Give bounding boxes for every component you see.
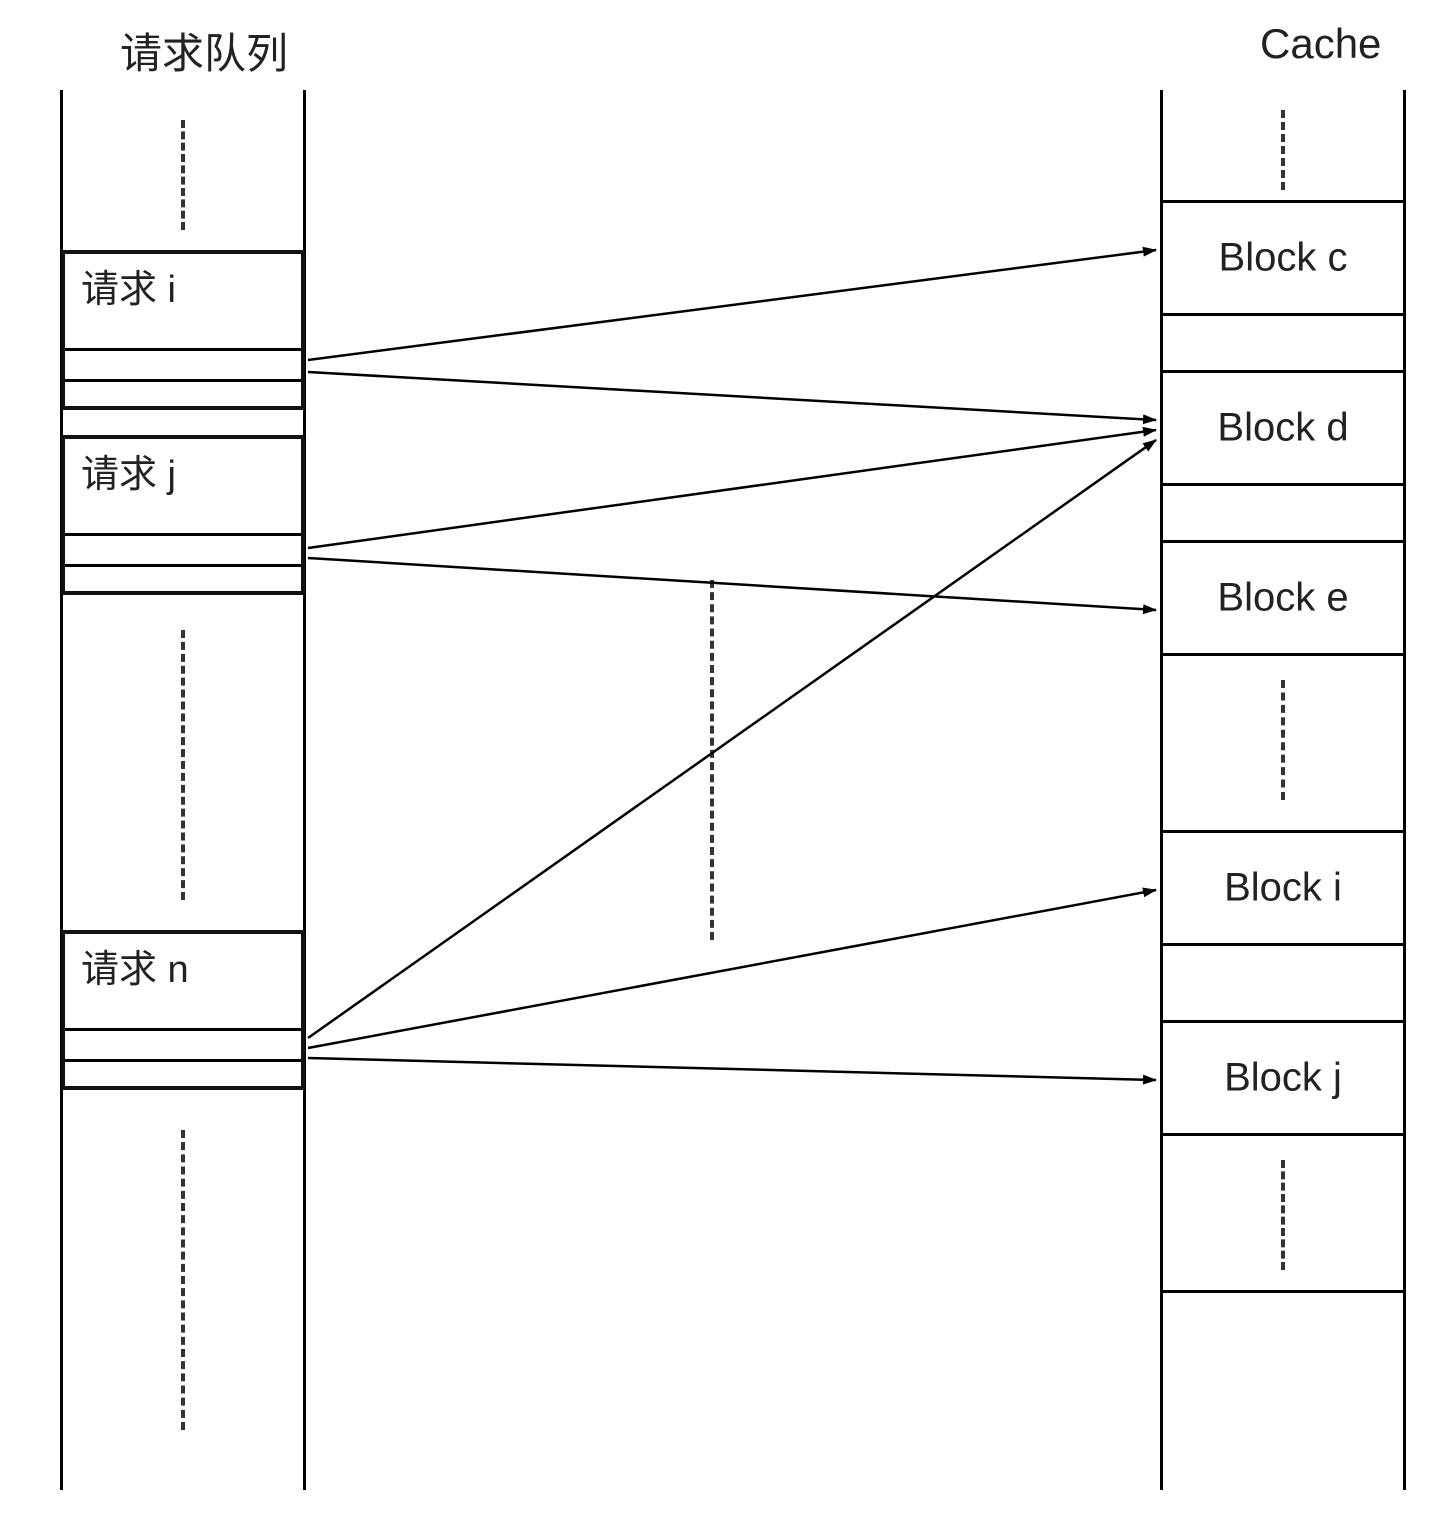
cache-block-label: Block c bbox=[1219, 236, 1348, 281]
cache-dash-mid bbox=[1281, 680, 1285, 800]
cache-block: Block i bbox=[1163, 830, 1403, 946]
arrow-i-to-c bbox=[308, 250, 1156, 360]
cache-dash-bottom bbox=[1281, 1160, 1285, 1270]
request-item: 请求 j bbox=[61, 435, 305, 595]
cache-block: Block d bbox=[1163, 370, 1403, 486]
arrow-j-to-d bbox=[308, 430, 1156, 548]
cache-title: Cache bbox=[1260, 20, 1381, 68]
cache-block-label: Block e bbox=[1217, 576, 1348, 621]
arrow-i-to-d bbox=[308, 372, 1156, 420]
arrow-n-to-j bbox=[308, 1058, 1156, 1080]
request-label: 请求 i bbox=[81, 258, 176, 313]
cache-block-label: Block d bbox=[1217, 406, 1348, 451]
queue-dash-top bbox=[181, 120, 185, 230]
cache-bottom-line bbox=[1163, 1290, 1403, 1293]
request-label: 请求 n bbox=[81, 938, 189, 993]
cache-block: Block j bbox=[1163, 1020, 1403, 1136]
request-label: 请求 j bbox=[81, 443, 176, 498]
arrow-n-to-d bbox=[308, 440, 1156, 1038]
request-item: 请求 i bbox=[61, 250, 305, 410]
cache-block: Block e bbox=[1163, 540, 1403, 656]
arrow-j-to-e bbox=[308, 558, 1156, 610]
cache-block: Block c bbox=[1163, 200, 1403, 316]
cache-dash-top bbox=[1281, 110, 1285, 190]
cache-column: Block c Block d Block e Block i Block j bbox=[1160, 90, 1406, 1490]
request-item: 请求 n bbox=[61, 930, 305, 1090]
queue-dash-bottom bbox=[181, 1130, 185, 1430]
cache-block-label: Block i bbox=[1224, 866, 1342, 911]
mid-dash bbox=[710, 580, 714, 940]
cache-block-label: Block j bbox=[1224, 1056, 1342, 1101]
diagram-canvas: 请求队列 Cache 请求 i 请求 j 请求 n Block c bbox=[20, 20, 1423, 1507]
queue-title: 请求队列 bbox=[120, 20, 288, 81]
queue-dash-mid bbox=[181, 630, 185, 900]
queue-column: 请求 i 请求 j 请求 n bbox=[60, 90, 306, 1490]
arrow-n-to-i bbox=[308, 890, 1156, 1048]
